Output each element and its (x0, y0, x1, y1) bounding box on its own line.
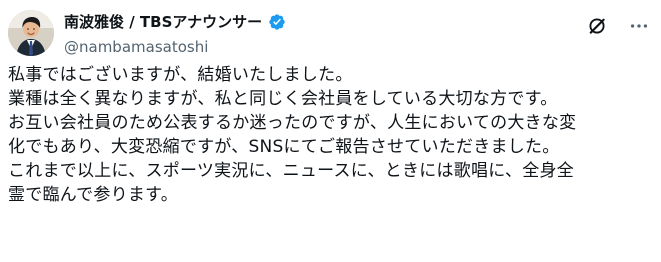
verified-badge-icon[interactable] (268, 13, 286, 31)
profile-avatar-image (8, 10, 54, 56)
post-actions (585, 14, 651, 38)
user-info: 南波雅俊 / TBSアナウンサー @nambamasatoshi (64, 10, 504, 58)
post-line-2: 業種は全く異なりますが、私と同じく会社員をしている大切な方です。 (8, 89, 558, 109)
grok-icon[interactable] (585, 14, 609, 38)
post-body: 私事ではございますが、結婚いたしました。 業種は全く異なりますが、私と同じく会社… (8, 63, 653, 207)
post-line-3: お互い会社員のため公表するか迷ったのですが、人生においての大きな変 (8, 113, 577, 133)
post-header: 南波雅俊 / TBSアナウンサー @nambamasatoshi (8, 8, 653, 56)
display-name[interactable]: 南波雅俊 / TBSアナウンサー (64, 11, 262, 33)
post-line-6: 霊で臨んで参ります。 (8, 185, 178, 205)
more-options-icon[interactable] (627, 14, 651, 38)
post-line-5: これまで以上に、スポーツ実況に、ニュースに、ときには歌唱に、全身全 (8, 161, 575, 181)
display-name-row: 南波雅俊 / TBSアナウンサー (64, 10, 504, 34)
post-line-4: 化でもあり、大変恐縮ですが、SNSにてご報告させていただきました。 (8, 137, 560, 157)
profile-avatar[interactable] (8, 10, 54, 56)
post-line-1: 私事ではございますが、結婚いたしました。 (8, 65, 353, 85)
post-card: 南波雅俊 / TBSアナウンサー @nambamasatoshi 私事ではござい… (0, 0, 661, 262)
user-handle[interactable]: @nambamasatoshi (64, 36, 504, 58)
